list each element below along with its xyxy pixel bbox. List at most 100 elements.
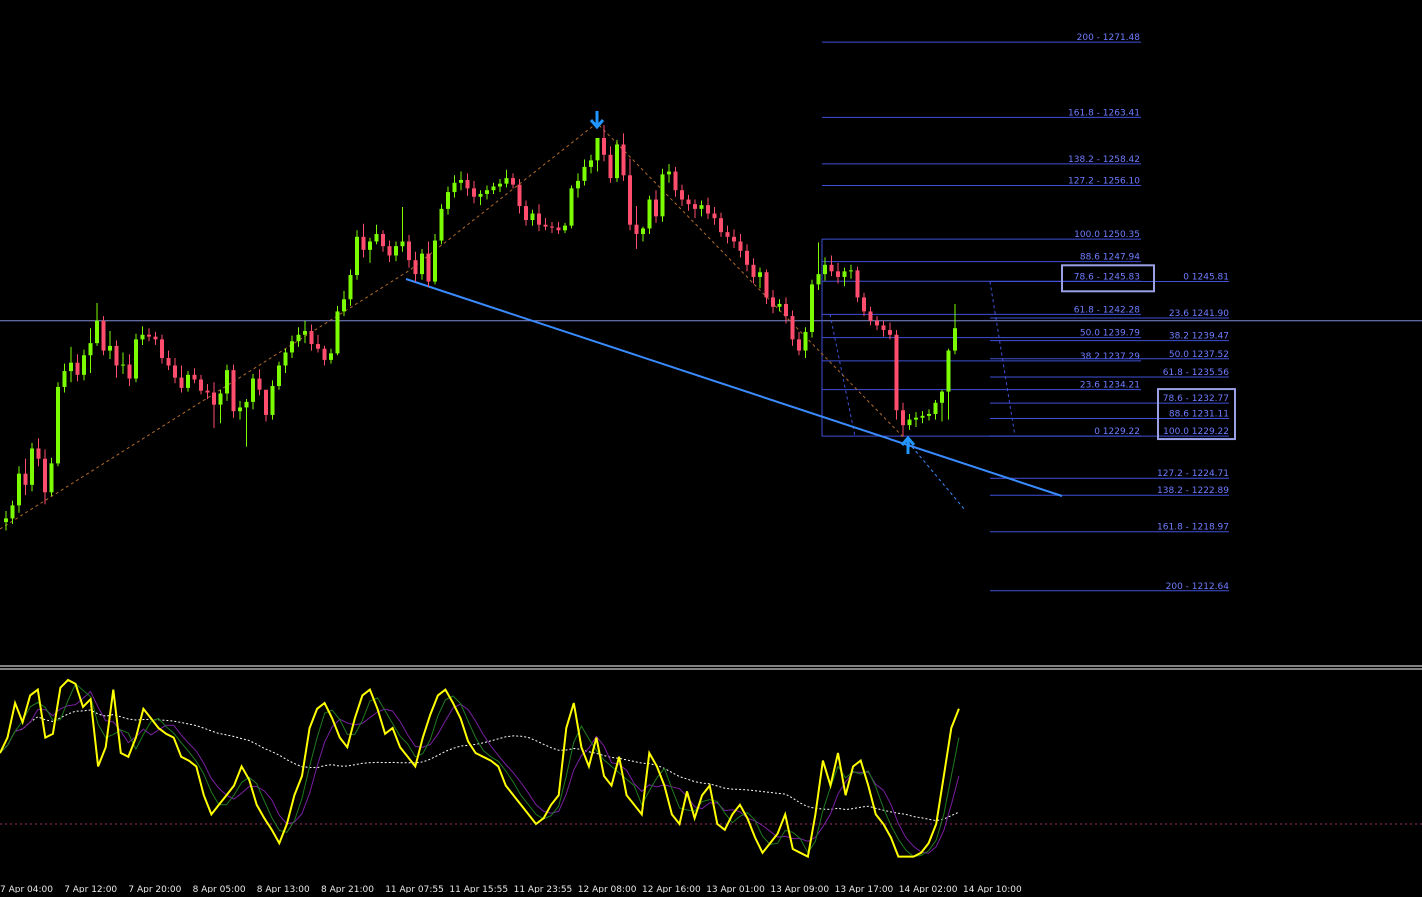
candle-body [140,334,145,340]
candle-body [810,284,814,332]
candle-body [153,336,158,340]
candle-body [361,236,366,250]
fib1-level-label: 50.0 1239.79 [1080,329,1140,339]
candle-body [849,270,853,272]
candle-body [914,417,918,420]
candle-body [784,303,788,317]
candle-body [433,240,437,282]
fib2-level-label: 0 1245.81 [1183,272,1229,282]
candle-body [823,264,827,275]
candle-body [75,362,80,375]
fib2-level-label: 88.6 1231.11 [1169,410,1229,420]
candle-body [732,236,736,242]
candle-body [127,364,132,379]
candle-body [621,144,626,176]
candle-body [439,208,444,241]
fib2-level-label: 38.2 1239.47 [1169,332,1229,342]
candle-body [309,331,314,345]
candle-body [316,344,320,349]
candle-body [686,199,691,205]
candle-body [251,378,255,402]
candle-body [868,311,873,321]
candle-body [660,174,665,217]
candle-body [530,213,535,221]
candle-body [602,137,606,155]
candle-body [225,370,229,394]
candle-body [498,183,502,187]
candle-body [472,188,476,197]
candle-body [270,386,275,415]
candle-body [654,199,658,217]
fib2-level-label: 138.2 - 1222.89 [1157,486,1229,496]
candle-body [387,246,392,256]
time-axis-label: 13 Apr 01:00 [706,885,765,893]
candle-body [49,463,54,493]
candle-body [452,182,457,193]
candle-body [413,260,418,275]
candle-body [491,186,496,191]
candle-body [43,458,47,493]
candle-body [23,473,28,485]
candle-body [342,299,346,312]
candle-body [615,144,619,179]
candle-body [374,234,379,242]
candle-body [400,241,405,247]
candle-body [296,334,301,342]
candle-body [836,271,840,277]
fib1-level-label: 88.6 1247.94 [1080,253,1140,263]
candle-body [101,320,106,351]
candle-body [303,331,307,335]
candle-body [368,241,372,250]
candle-body [771,297,775,307]
candle-body [277,365,281,387]
candle-body [693,204,697,209]
candle-body [745,250,749,265]
candle-body [69,362,73,372]
candle-body [563,225,567,231]
candle-body [953,328,957,351]
candle-body [862,297,866,312]
candle-body [82,355,86,375]
candle-body [36,448,41,459]
candle-body [108,345,112,351]
candle-body [238,407,242,412]
time-axis-label: 7 Apr 04:00 [0,885,53,893]
candle-body [4,518,8,523]
candle-body [17,473,21,506]
fib1-level-label: 161.8 - 1263.41 [1068,108,1140,118]
time-axis-label: 12 Apr 16:00 [642,885,701,893]
time-axis-label: 14 Apr 02:00 [899,885,958,893]
candle-body [725,232,730,237]
candle-body [855,270,860,298]
candle-body [894,334,899,411]
candle-body [680,190,684,200]
candle-body [933,402,938,414]
candle-body [186,374,190,388]
candle-body [881,325,886,331]
candle-body [485,190,489,194]
chart-background [0,0,1422,893]
fib1-level-label: 61.8 - 1242.28 [1074,305,1140,315]
candle-body [290,341,294,353]
candle-body [459,179,463,183]
candle-body [478,193,483,197]
candle-body [920,415,925,418]
time-axis-label: 11 Apr 07:55 [385,885,444,893]
candle-body [329,353,333,360]
candle-body [556,227,561,231]
candle-body [95,320,99,344]
fib1-level-label: 100.0 1250.35 [1074,230,1140,240]
time-axis-label: 8 Apr 05:00 [193,885,246,893]
candle-body [465,179,470,189]
candle-body [940,391,944,403]
candle-body [706,205,710,214]
candle-body [927,413,931,416]
candle-body [803,331,808,351]
candle-body [589,160,593,167]
time-axis-label: 13 Apr 17:00 [835,885,894,893]
chart-root: 200 - 1271.48 161.8 - 1263.41 138.2 - 1258… [0,0,1422,895]
candle-body [608,154,613,179]
time-axis-label: 8 Apr 13:00 [257,885,310,893]
candle-body [764,272,769,298]
candle-body [738,241,743,251]
